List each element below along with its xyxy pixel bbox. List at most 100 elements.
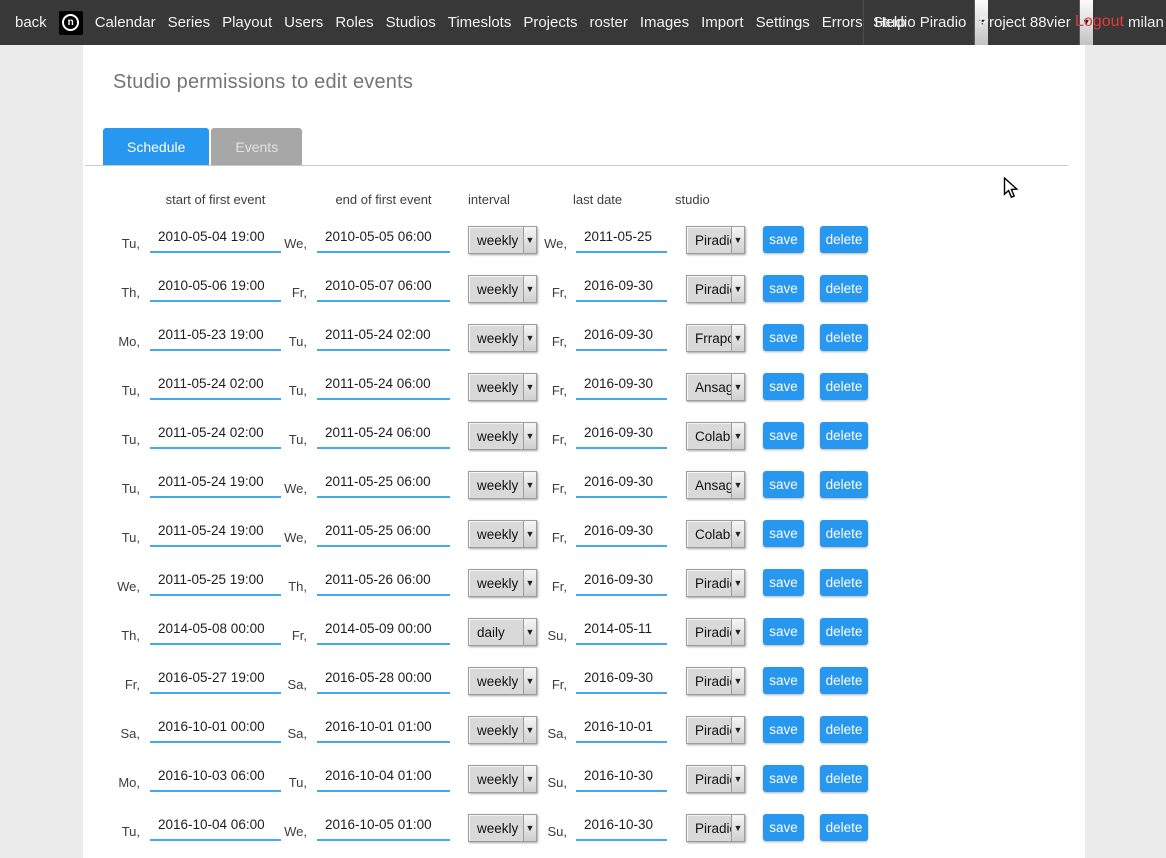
back-link[interactable]: back [15, 14, 47, 31]
interval-select[interactable]: weekly ▼ [468, 667, 537, 695]
start-datetime-input[interactable] [150, 274, 281, 302]
studio-select[interactable]: Piradio ▼ [686, 618, 745, 646]
save-button[interactable]: save [763, 471, 804, 498]
delete-button[interactable]: delete [820, 275, 868, 302]
delete-button[interactable]: delete [820, 373, 868, 400]
interval-select[interactable]: weekly ▼ [468, 471, 537, 499]
delete-button[interactable]: delete [820, 667, 868, 694]
end-datetime-input[interactable] [317, 470, 450, 498]
save-button[interactable]: save [763, 422, 804, 449]
delete-button[interactable]: delete [820, 471, 868, 498]
interval-select[interactable]: weekly ▼ [468, 422, 537, 450]
studio-select[interactable]: Ansage ▼ [686, 373, 745, 401]
end-datetime-input[interactable] [317, 519, 450, 547]
delete-button[interactable]: delete [820, 569, 868, 596]
nav-item-roles[interactable]: Roles [335, 14, 373, 31]
save-button[interactable]: save [763, 765, 804, 792]
interval-select[interactable]: weekly ▼ [468, 765, 537, 793]
delete-button[interactable]: delete [820, 324, 868, 351]
end-datetime-input[interactable] [317, 617, 450, 645]
delete-button[interactable]: delete [820, 618, 868, 645]
delete-button[interactable]: delete [820, 814, 868, 841]
end-datetime-input[interactable] [317, 323, 450, 351]
interval-select[interactable]: weekly ▼ [468, 226, 537, 254]
studio-select[interactable]: Piradio ▼ [686, 275, 745, 303]
last-date-input[interactable] [576, 715, 667, 743]
nav-item-settings[interactable]: Settings [756, 14, 810, 31]
last-date-input[interactable] [576, 372, 667, 400]
start-datetime-input[interactable] [150, 519, 281, 547]
end-datetime-input[interactable] [317, 568, 450, 596]
studio-select[interactable]: Colabo ▼ [686, 520, 745, 548]
last-date-input[interactable] [576, 666, 667, 694]
end-datetime-input[interactable] [317, 764, 450, 792]
studio-select[interactable]: Piradio ▼ [686, 814, 745, 842]
save-button[interactable]: save [763, 667, 804, 694]
last-date-input[interactable] [576, 470, 667, 498]
end-datetime-input[interactable] [317, 421, 450, 449]
save-button[interactable]: save [763, 275, 804, 302]
interval-select[interactable]: weekly ▼ [468, 373, 537, 401]
last-date-input[interactable] [576, 519, 667, 547]
last-date-input[interactable] [576, 813, 667, 841]
nav-item-roster[interactable]: roster [590, 14, 628, 31]
start-datetime-input[interactable] [150, 813, 281, 841]
nav-item-studios[interactable]: Studios [386, 14, 436, 31]
nav-item-timeslots[interactable]: Timeslots [448, 14, 512, 31]
save-button[interactable]: save [763, 716, 804, 743]
end-datetime-input[interactable] [317, 715, 450, 743]
piradio-logo-icon[interactable]: n [59, 11, 83, 35]
start-datetime-input[interactable] [150, 323, 281, 351]
end-datetime-input[interactable] [317, 372, 450, 400]
interval-select[interactable]: weekly ▼ [468, 324, 537, 352]
save-button[interactable]: save [763, 226, 804, 253]
last-date-input[interactable] [576, 225, 667, 253]
nav-item-users[interactable]: Users [284, 14, 323, 31]
studio-select[interactable]: Colabo ▼ [686, 422, 745, 450]
interval-select[interactable]: weekly ▼ [468, 814, 537, 842]
nav-item-series[interactable]: Series [168, 14, 211, 31]
nav-item-calendar[interactable]: Calendar [95, 14, 156, 31]
start-datetime-input[interactable] [150, 617, 281, 645]
nav-item-projects[interactable]: Projects [523, 14, 577, 31]
start-datetime-input[interactable] [150, 715, 281, 743]
last-date-input[interactable] [576, 323, 667, 351]
save-button[interactable]: save [763, 618, 804, 645]
end-datetime-input[interactable] [317, 225, 450, 253]
start-datetime-input[interactable] [150, 470, 281, 498]
save-button[interactable]: save [763, 520, 804, 547]
interval-select[interactable]: daily ▼ [468, 618, 537, 646]
interval-select[interactable]: weekly ▼ [468, 716, 537, 744]
start-datetime-input[interactable] [150, 372, 281, 400]
start-datetime-input[interactable] [150, 666, 281, 694]
save-button[interactable]: save [763, 373, 804, 400]
tab-schedule[interactable]: Schedule [103, 128, 209, 165]
delete-button[interactable]: delete [820, 226, 868, 253]
last-date-input[interactable] [576, 617, 667, 645]
delete-button[interactable]: delete [820, 716, 868, 743]
last-date-input[interactable] [576, 568, 667, 596]
studio-select[interactable]: Frrapo ▼ [686, 324, 745, 352]
nav-item-errors[interactable]: Errors [822, 14, 863, 31]
studio-select[interactable]: Piradio ▼ [686, 569, 745, 597]
studio-select[interactable]: Piradio ▼ [686, 226, 745, 254]
delete-button[interactable]: delete [820, 422, 868, 449]
nav-item-playout[interactable]: Playout [222, 14, 272, 31]
start-datetime-input[interactable] [150, 764, 281, 792]
last-date-input[interactable] [576, 274, 667, 302]
tab-events[interactable]: Events [211, 128, 302, 165]
interval-select[interactable]: weekly ▼ [468, 569, 537, 597]
start-datetime-input[interactable] [150, 225, 281, 253]
interval-select[interactable]: weekly ▼ [468, 275, 537, 303]
nav-item-import[interactable]: Import [701, 14, 744, 31]
studio-select[interactable]: Piradio ▼ [686, 765, 745, 793]
start-datetime-input[interactable] [150, 421, 281, 449]
end-datetime-input[interactable] [317, 813, 450, 841]
studio-select[interactable]: Ansage ▼ [686, 471, 745, 499]
last-date-input[interactable] [576, 764, 667, 792]
studio-select[interactable]: Piradio ▼ [686, 667, 745, 695]
logout-link[interactable]: Logout [1075, 13, 1124, 31]
end-datetime-input[interactable] [317, 274, 450, 302]
last-date-input[interactable] [576, 421, 667, 449]
delete-button[interactable]: delete [820, 765, 868, 792]
